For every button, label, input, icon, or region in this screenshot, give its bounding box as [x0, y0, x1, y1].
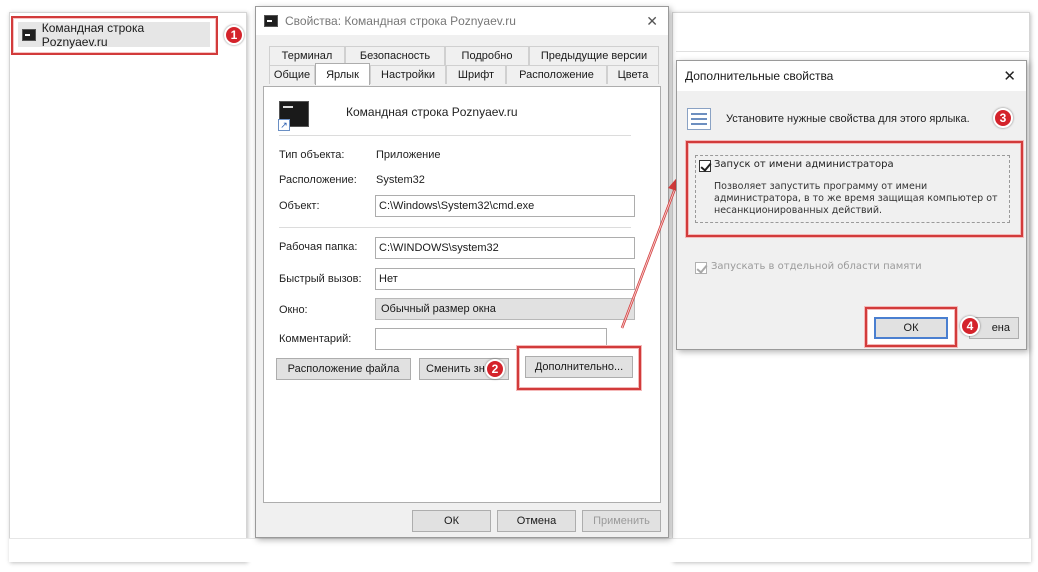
background-panel-left	[9, 12, 247, 562]
object-type-label: Тип объекта:	[279, 149, 345, 161]
advanced-ok-highlight: ОК	[865, 307, 957, 347]
start-in-input[interactable]: C:\WINDOWS\system32	[375, 237, 635, 259]
start-in-label: Рабочая папка:	[279, 241, 358, 253]
close-icon[interactable]: ✕	[1003, 67, 1016, 85]
desktop-shortcut-highlight: Командная строка Poznyaev.ru	[11, 16, 218, 55]
location-value: System32	[376, 174, 425, 186]
hotkey-label: Быстрый вызов:	[279, 273, 362, 285]
hotkey-input[interactable]: Нет	[375, 268, 635, 290]
tab-layout[interactable]: Расположение	[506, 65, 607, 84]
run-as-admin-checkbox[interactable]	[699, 160, 711, 172]
target-label: Объект:	[279, 200, 320, 212]
cmd-icon	[264, 15, 278, 27]
advanced-titlebar: Дополнительные свойства ✕	[677, 61, 1026, 91]
shortcut-arrow-icon: ↗	[278, 119, 290, 131]
separator	[279, 227, 631, 228]
advanced-header-text: Установите нужные свойства для этого ярл…	[726, 113, 970, 125]
desktop-shortcut-label: Командная строка Poznyaev.ru	[41, 20, 145, 49]
separate-memory-label: Запускать в отдельной области памяти	[711, 261, 922, 272]
desktop-shortcut[interactable]: Командная строка Poznyaev.ru	[18, 20, 210, 49]
advanced-button[interactable]: Дополнительно...	[525, 356, 633, 378]
background-panel-right-top	[676, 12, 1030, 52]
tab-general[interactable]: Общие	[269, 65, 315, 84]
object-type-value: Приложение	[376, 149, 441, 161]
comment-label: Комментарий:	[279, 333, 352, 345]
tab-colors[interactable]: Цвета	[607, 65, 659, 84]
run-as-admin-description: Позволяет запустить программу от имени а…	[714, 181, 998, 216]
separator	[279, 135, 631, 136]
ok-button[interactable]: ОК	[412, 510, 491, 532]
advanced-properties-dialog: Дополнительные свойства ✕ Установите нуж…	[676, 60, 1027, 350]
apply-button[interactable]: Применить	[582, 510, 661, 532]
run-as-admin-label: Запуск от имени администратора	[714, 159, 894, 170]
advanced-button-highlight: Дополнительно...	[517, 346, 641, 390]
properties-title: Свойства: Командная строка Poznyaev.ru	[285, 14, 516, 28]
cmd-large-icon: ↗	[278, 101, 309, 131]
properties-list-icon	[687, 108, 711, 130]
close-icon[interactable]: ✕	[646, 13, 658, 30]
cmd-icon	[22, 28, 36, 41]
window-label: Окно:	[279, 304, 308, 316]
run-as-admin-highlight: Запуск от имени администратора Позволяет…	[686, 141, 1023, 237]
advanced-ok-button[interactable]: ОК	[874, 317, 948, 339]
tab-shortcut[interactable]: Ярлык	[315, 63, 370, 85]
advanced-title: Дополнительные свойства	[685, 69, 834, 83]
location-label: Расположение:	[279, 174, 357, 186]
tab-font[interactable]: Шрифт	[446, 65, 506, 84]
open-file-location-button[interactable]: Расположение файла	[276, 358, 411, 380]
window-select[interactable]: Обычный размер окна	[375, 298, 635, 320]
step-badge-4: 4	[960, 316, 980, 336]
step-badge-2: 2	[485, 359, 505, 379]
target-input[interactable]: C:\Windows\System32\cmd.exe	[375, 195, 635, 217]
cancel-button[interactable]: Отмена	[497, 510, 576, 532]
tab-options[interactable]: Настройки	[370, 65, 446, 84]
properties-titlebar: Свойства: Командная строка Poznyaev.ru ✕	[256, 7, 668, 35]
tab-details[interactable]: Подробно	[445, 46, 529, 65]
background-panel-bottom	[9, 538, 1031, 562]
separate-memory-checkbox[interactable]	[695, 262, 707, 274]
tab-previous-versions[interactable]: Предыдущие версии	[529, 46, 659, 65]
run-as-admin-group: Запуск от имени администратора Позволяет…	[695, 155, 1010, 223]
step-badge-3: 3	[993, 108, 1013, 128]
shortcut-name: Командная строка Poznyaev.ru	[346, 105, 518, 119]
step-badge-1: 1	[224, 25, 244, 45]
